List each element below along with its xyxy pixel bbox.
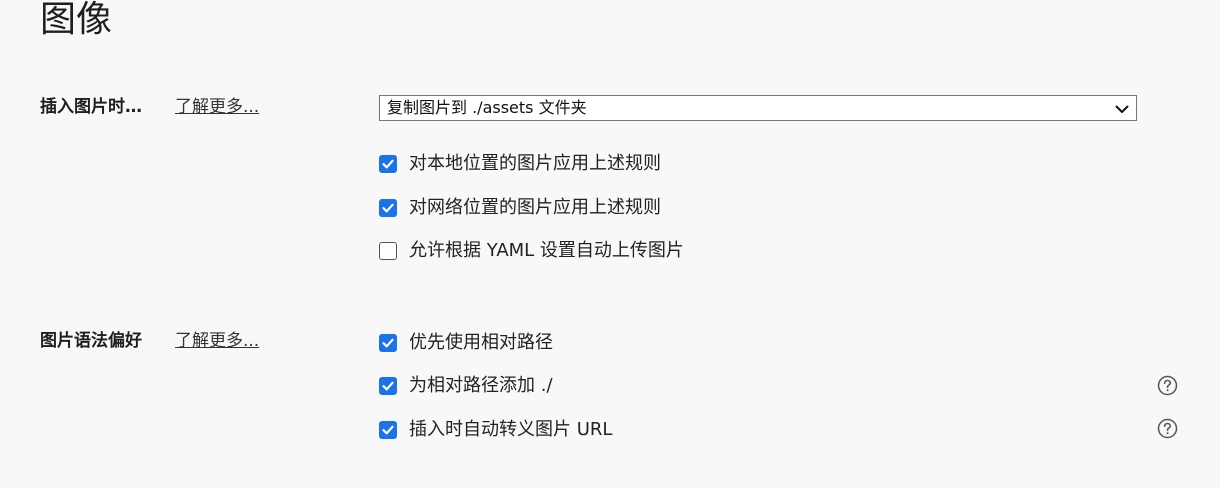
image-syntax-section-label: 图片语法偏好: [40, 331, 142, 351]
page-title: 图像: [40, 0, 113, 40]
chevron-down-icon: [1115, 105, 1129, 113]
checkbox-unchecked[interactable]: [379, 242, 397, 260]
insert-image-learn-more-link[interactable]: 了解更多...: [175, 96, 259, 118]
checkbox-checked[interactable]: [379, 334, 397, 352]
checkbox-checked[interactable]: [379, 199, 397, 217]
option-label: 插入时自动转义图片 URL: [409, 419, 613, 440]
checkbox-checked[interactable]: [379, 421, 397, 439]
option-label: 对本地位置的图片应用上述规则: [409, 153, 661, 174]
insert-image-select-value: 复制图片到 ./assets 文件夹: [387, 98, 587, 117]
insert-image-action-select[interactable]: 复制图片到 ./assets 文件夹: [379, 95, 1137, 121]
help-icon[interactable]: [1157, 375, 1178, 396]
option-label: 优先使用相对路径: [409, 332, 553, 353]
option-label: 为相对路径添加 ./: [409, 375, 553, 396]
help-icon[interactable]: [1157, 418, 1178, 439]
checkbox-checked[interactable]: [379, 155, 397, 173]
option-label: 允许根据 YAML 设置自动上传图片: [409, 240, 684, 261]
checkbox-checked[interactable]: [379, 377, 397, 395]
insert-image-section-label: 插入图片时…: [40, 97, 142, 117]
image-syntax-learn-more-link[interactable]: 了解更多...: [175, 330, 259, 352]
option-label: 对网络位置的图片应用上述规则: [409, 197, 661, 218]
